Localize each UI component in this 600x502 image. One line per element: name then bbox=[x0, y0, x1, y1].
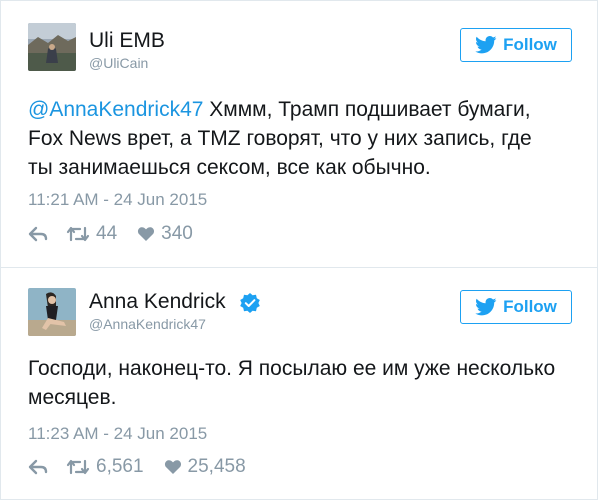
tweet-actions: 44 340 bbox=[28, 223, 193, 245]
follow-button[interactable]: Follow bbox=[460, 28, 572, 62]
author-name[interactable]: Anna Kendrick bbox=[89, 290, 226, 314]
reply-icon bbox=[28, 459, 48, 475]
retweet-button[interactable]: 6,561 bbox=[66, 456, 144, 478]
reply-button[interactable] bbox=[28, 226, 48, 242]
tweet-card[interactable]: Uli EMB @UliCain Follow @AnnaKendrick47 … bbox=[1, 1, 597, 268]
author-handle[interactable]: @AnnaKendrick47 bbox=[89, 316, 206, 332]
like-button[interactable]: 25,458 bbox=[164, 456, 246, 478]
follow-button[interactable]: Follow bbox=[460, 290, 572, 324]
timestamp[interactable]: 11:21 AM - 24 Jun 2015 bbox=[28, 190, 207, 210]
retweet-count: 6,561 bbox=[96, 456, 144, 477]
tweet-text-line: ты занимаешься сексом, все как обычно. bbox=[28, 156, 431, 179]
tweet-text-line: Fox News врет, а TMZ говорят, что у них … bbox=[28, 127, 532, 150]
tweet-text: @AnnaKendrick47 Хммм, Трамп подшивает бу… bbox=[28, 95, 532, 182]
like-count: 340 bbox=[161, 223, 193, 244]
retweet-icon bbox=[66, 226, 90, 242]
heart-icon bbox=[138, 227, 155, 241]
retweet-icon bbox=[66, 459, 90, 475]
tweet-thread: Uli EMB @UliCain Follow @AnnaKendrick47 … bbox=[0, 0, 598, 500]
twitter-bird-icon bbox=[475, 36, 497, 54]
mention-link[interactable]: @AnnaKendrick47 bbox=[28, 98, 203, 121]
tweet-text: Господи, наконец-то. Я посылаю ее им уже… bbox=[28, 354, 555, 412]
tweet-text-segment: Хммм, Трамп подшивает бумаги, bbox=[203, 98, 531, 121]
follow-label: Follow bbox=[503, 297, 557, 316]
like-button[interactable]: 340 bbox=[137, 223, 193, 245]
timestamp[interactable]: 11:23 AM - 24 Jun 2015 bbox=[28, 424, 207, 444]
author-handle[interactable]: @UliCain bbox=[89, 55, 148, 71]
retweet-button[interactable]: 44 bbox=[66, 223, 117, 245]
tweet-text-line: @AnnaKendrick47 Хммм, Трамп подшивает бу… bbox=[28, 95, 532, 124]
twitter-bird-icon bbox=[475, 298, 497, 316]
heart-icon bbox=[164, 460, 181, 474]
verified-badge-icon bbox=[240, 293, 260, 313]
tweet-card[interactable]: Anna Kendrick @AnnaKendrick47 Follow Гос… bbox=[1, 268, 597, 499]
retweet-count: 44 bbox=[96, 223, 118, 244]
avatar[interactable] bbox=[28, 288, 76, 336]
tweet-text-line: Господи, наконец-то. Я посылаю ее им уже… bbox=[28, 357, 556, 380]
reply-button[interactable] bbox=[28, 459, 48, 475]
tweet-text-line: месяцев. bbox=[28, 386, 117, 409]
tweet-actions: 6,561 25,458 bbox=[28, 456, 246, 478]
like-count: 25,458 bbox=[187, 456, 246, 477]
reply-icon bbox=[28, 226, 48, 242]
follow-label: Follow bbox=[503, 35, 557, 54]
author-name[interactable]: Uli EMB bbox=[89, 29, 165, 53]
avatar[interactable] bbox=[28, 23, 76, 71]
